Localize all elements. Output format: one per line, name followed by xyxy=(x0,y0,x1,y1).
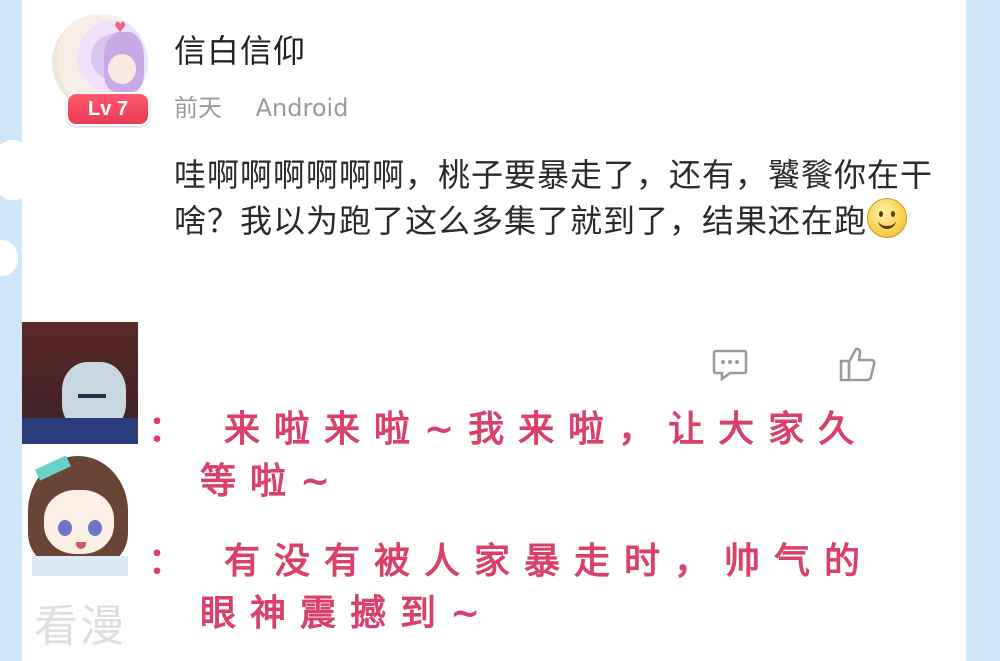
dialog-line: 眼神震撼到~ xyxy=(200,593,495,634)
dialog-line: 等啦~ xyxy=(200,461,345,502)
dialog-colon: ： xyxy=(148,409,199,450)
username[interactable]: 信白信仰 xyxy=(174,26,306,72)
post-time: 前天 xyxy=(174,94,222,122)
character-portrait-1 xyxy=(22,322,138,444)
comment-text: 哇啊啊啊啊啊啊，桃子要暴走了，还有，饕餮你在干啥？我以为跑了这么多集了就到了，结… xyxy=(174,152,964,244)
portrait-collar xyxy=(32,556,128,576)
avatar-face xyxy=(108,54,136,84)
post-meta: 前天 Android xyxy=(174,88,374,123)
comment-card: ♥ Lv 7 信白信仰 前天 Android 哇啊啊啊啊啊啊，桃子要暴走了，还有… xyxy=(22,0,966,661)
smile-emoji-icon xyxy=(867,198,908,238)
character-dialog-1: ： 来啦来啦~我来啦，让大家久 等啦~ xyxy=(148,404,978,508)
portrait-eye xyxy=(58,520,72,536)
watermark: 看漫 xyxy=(34,601,126,652)
thumbs-up-icon[interactable] xyxy=(838,344,878,384)
level-badge: Lv 7 xyxy=(66,92,150,126)
dialog-line: 有没有被人家暴走时，帅气的 xyxy=(224,541,875,582)
dialog-colon: ： xyxy=(148,541,199,582)
portrait-robe xyxy=(22,418,138,444)
character-portrait-2 xyxy=(22,456,138,576)
portrait-eye xyxy=(88,520,102,536)
post-device: Android xyxy=(255,94,349,122)
heart-icon: ♥ xyxy=(114,20,127,36)
comment-icon[interactable] xyxy=(712,348,748,382)
portrait-eye xyxy=(78,394,106,398)
left-border xyxy=(0,0,36,661)
cloud-decoration xyxy=(0,240,18,276)
character-dialog-2: ： 有没有被人家暴走时，帅气的 眼神震撼到~ xyxy=(148,536,978,640)
comment-body: 哇啊啊啊啊啊啊，桃子要暴走了，还有，饕餮你在干啥？我以为跑了这么多集了就到了，结… xyxy=(174,156,934,240)
dialog-line: 来啦来啦~我来啦，让大家久 xyxy=(224,409,869,450)
